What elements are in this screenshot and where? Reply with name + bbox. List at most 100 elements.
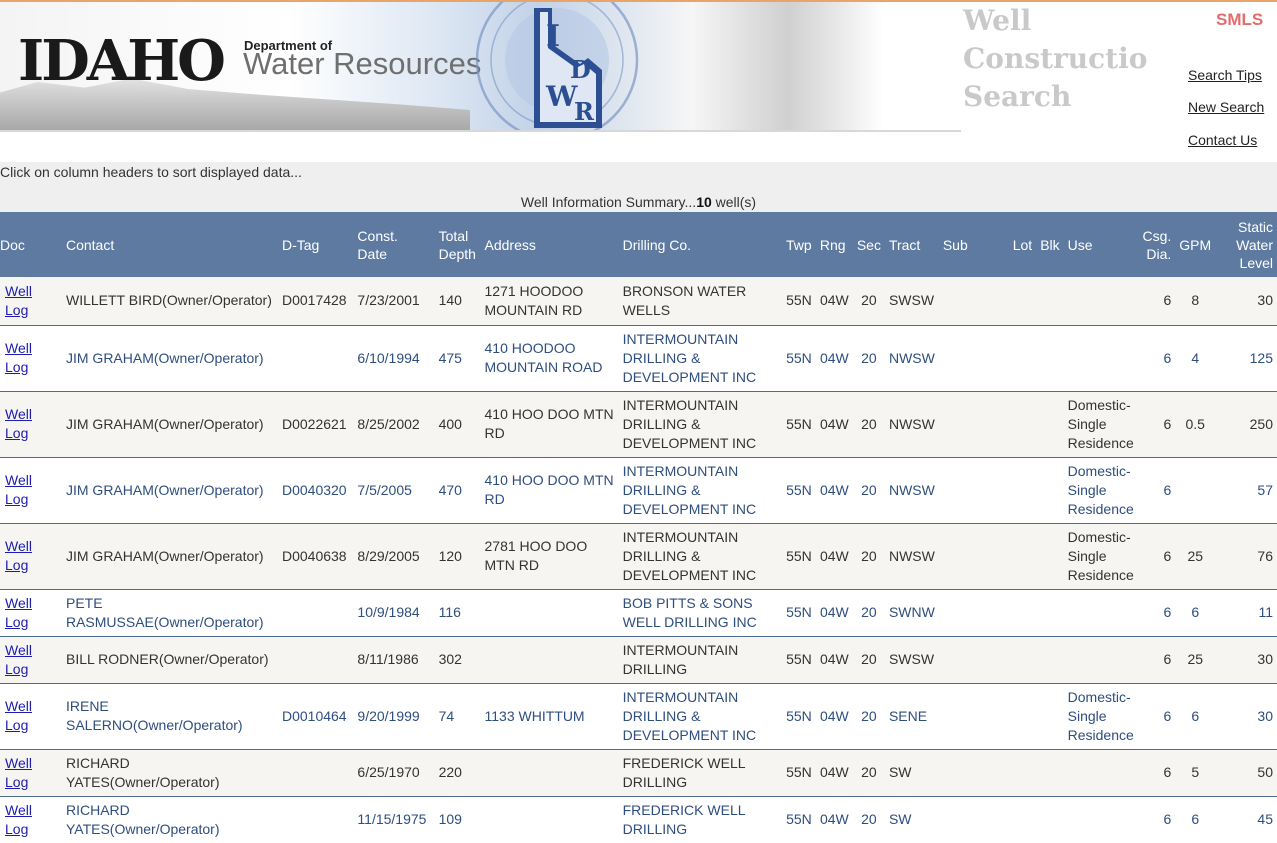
well-log-link[interactable]: Well Log [5,698,32,733]
well-log-link[interactable]: Well Log [5,340,32,375]
use-cell: Domestic-Single Residence [1063,683,1139,750]
tract-cell: SWSW [884,636,939,684]
static-water-level-cell: 30 [1215,277,1277,326]
sub-cell [938,457,1009,524]
lot-cell [1008,277,1037,326]
col-header-gpm[interactable]: GPM [1175,212,1215,277]
col-header-tract[interactable]: Tract [885,212,939,277]
well-log-link[interactable]: Well Log [5,755,32,790]
col-header-use[interactable]: Use [1064,212,1139,277]
smls-badge: SMLS [1216,10,1264,29]
col-header-blk[interactable]: Blk [1036,212,1063,277]
col-header-csg-dia[interactable]: Csg. Dia. [1139,212,1176,277]
use-cell [1063,589,1139,637]
use-cell [1063,749,1139,797]
well-log-link[interactable]: Well Log [5,283,32,318]
total-depth-cell: 470 [434,457,481,524]
col-header-sec[interactable]: Sec [853,212,885,277]
address-cell [480,749,619,797]
csg-dia-cell: 6 [1138,749,1176,797]
static-water-level-cell: 250 [1215,391,1277,458]
dtag-cell [277,796,354,843]
gpm-cell [1175,457,1216,524]
well-table: Doc Contact D-Tag Const. Date Total Dept… [0,212,1277,843]
rng-cell: 04W [815,683,853,750]
tract-cell: NWSW [884,457,939,524]
idaho-logo: IDAHO [18,28,226,94]
svg-text:I: I [546,19,560,54]
well-count: 10 [696,194,712,210]
col-header-rng[interactable]: Rng [816,212,853,277]
address-cell [480,589,619,637]
col-header-drilling-co[interactable]: Drilling Co. [619,212,782,277]
drilling-co-cell: BOB PITTS & SONS WELL DRILLING INC [618,589,782,637]
col-header-static-water-level[interactable]: Static Water Level [1215,212,1277,277]
well-log-link[interactable]: Well Log [5,642,32,677]
static-water-level-cell: 30 [1215,683,1277,750]
address-cell: 2781 HOO DOO MTN RD [480,523,619,590]
well-log-link[interactable]: Well Log [5,538,32,573]
twp-cell: 55N [781,457,816,524]
drilling-co-cell: INTERMOUNTAIN DRILLING & DEVELOPMENT INC [618,523,782,590]
col-header-const-date[interactable]: Const. Date [353,212,434,277]
sub-cell [938,636,1009,684]
dtag-cell: D0010464 [277,683,354,750]
col-header-total-depth[interactable]: Total Depth [435,212,481,277]
sec-cell: 20 [852,796,885,843]
col-header-sub[interactable]: Sub [939,212,1009,277]
use-cell [1063,325,1139,392]
idwr-seal-logo: I D W R [475,2,639,131]
total-depth-cell: 220 [434,749,481,797]
use-cell: Domestic-Single Residence [1063,457,1139,524]
total-depth-cell: 116 [434,589,481,637]
sub-cell [938,277,1009,326]
total-depth-cell: 302 [434,636,481,684]
total-depth-cell: 120 [434,523,481,590]
tract-cell: SENE [884,683,939,750]
use-cell [1063,796,1139,843]
address-cell [480,796,619,843]
dtag-cell: D0040320 [277,457,354,524]
well-log-link[interactable]: Well Log [5,472,32,507]
col-header-address[interactable]: Address [481,212,619,277]
address-cell: 410 HOO DOO MTN RD [480,391,619,458]
col-header-lot[interactable]: Lot [1009,212,1036,277]
col-header-contact[interactable]: Contact [62,212,278,277]
contact-cell: RICHARD YATES(Owner/Operator) [61,796,278,843]
rng-cell: 04W [815,589,853,637]
well-log-link[interactable]: Well Log [5,406,32,441]
contact-cell: JIM GRAHAM(Owner/Operator) [61,457,278,524]
well-log-link[interactable]: Well Log [5,802,32,837]
tract-cell: SW [884,749,939,797]
rng-cell: 04W [815,325,853,392]
page-title: Well Constructio Search [963,4,1148,113]
col-header-doc[interactable]: Doc [0,212,62,277]
blk-cell [1036,589,1064,637]
gpm-cell: 25 [1175,636,1216,684]
col-header-twp[interactable]: Twp [782,212,816,277]
contact-cell: RICHARD YATES(Owner/Operator) [61,749,278,797]
contact-us-link[interactable]: Contact Us [1188,132,1257,148]
blk-cell [1036,683,1064,750]
static-water-level-cell: 11 [1215,589,1277,637]
sec-cell: 20 [852,391,885,458]
new-search-link[interactable]: New Search [1188,99,1264,115]
contact-cell: JIM GRAHAM(Owner/Operator) [61,391,278,458]
tract-cell: SWNW [884,589,939,637]
blk-cell [1036,796,1064,843]
search-tips-link[interactable]: Search Tips [1188,67,1262,83]
col-header-dtag[interactable]: D-Tag [278,212,353,277]
sub-cell [938,325,1009,392]
use-cell [1063,277,1139,326]
const-date-cell: 8/29/2005 [353,523,435,590]
twp-cell: 55N [781,749,816,797]
drilling-co-cell: FREDERICK WELL DRILLING [618,796,782,843]
well-log-link[interactable]: Well Log [5,595,32,630]
contact-cell: WILLETT BIRD(Owner/Operator) [61,277,278,326]
blk-cell [1036,277,1064,326]
csg-dia-cell: 6 [1138,683,1176,750]
address-cell [480,636,619,684]
sec-cell: 20 [852,636,885,684]
dtag-cell [277,636,354,684]
logo-water-resources-label: Water Resources [243,46,482,81]
